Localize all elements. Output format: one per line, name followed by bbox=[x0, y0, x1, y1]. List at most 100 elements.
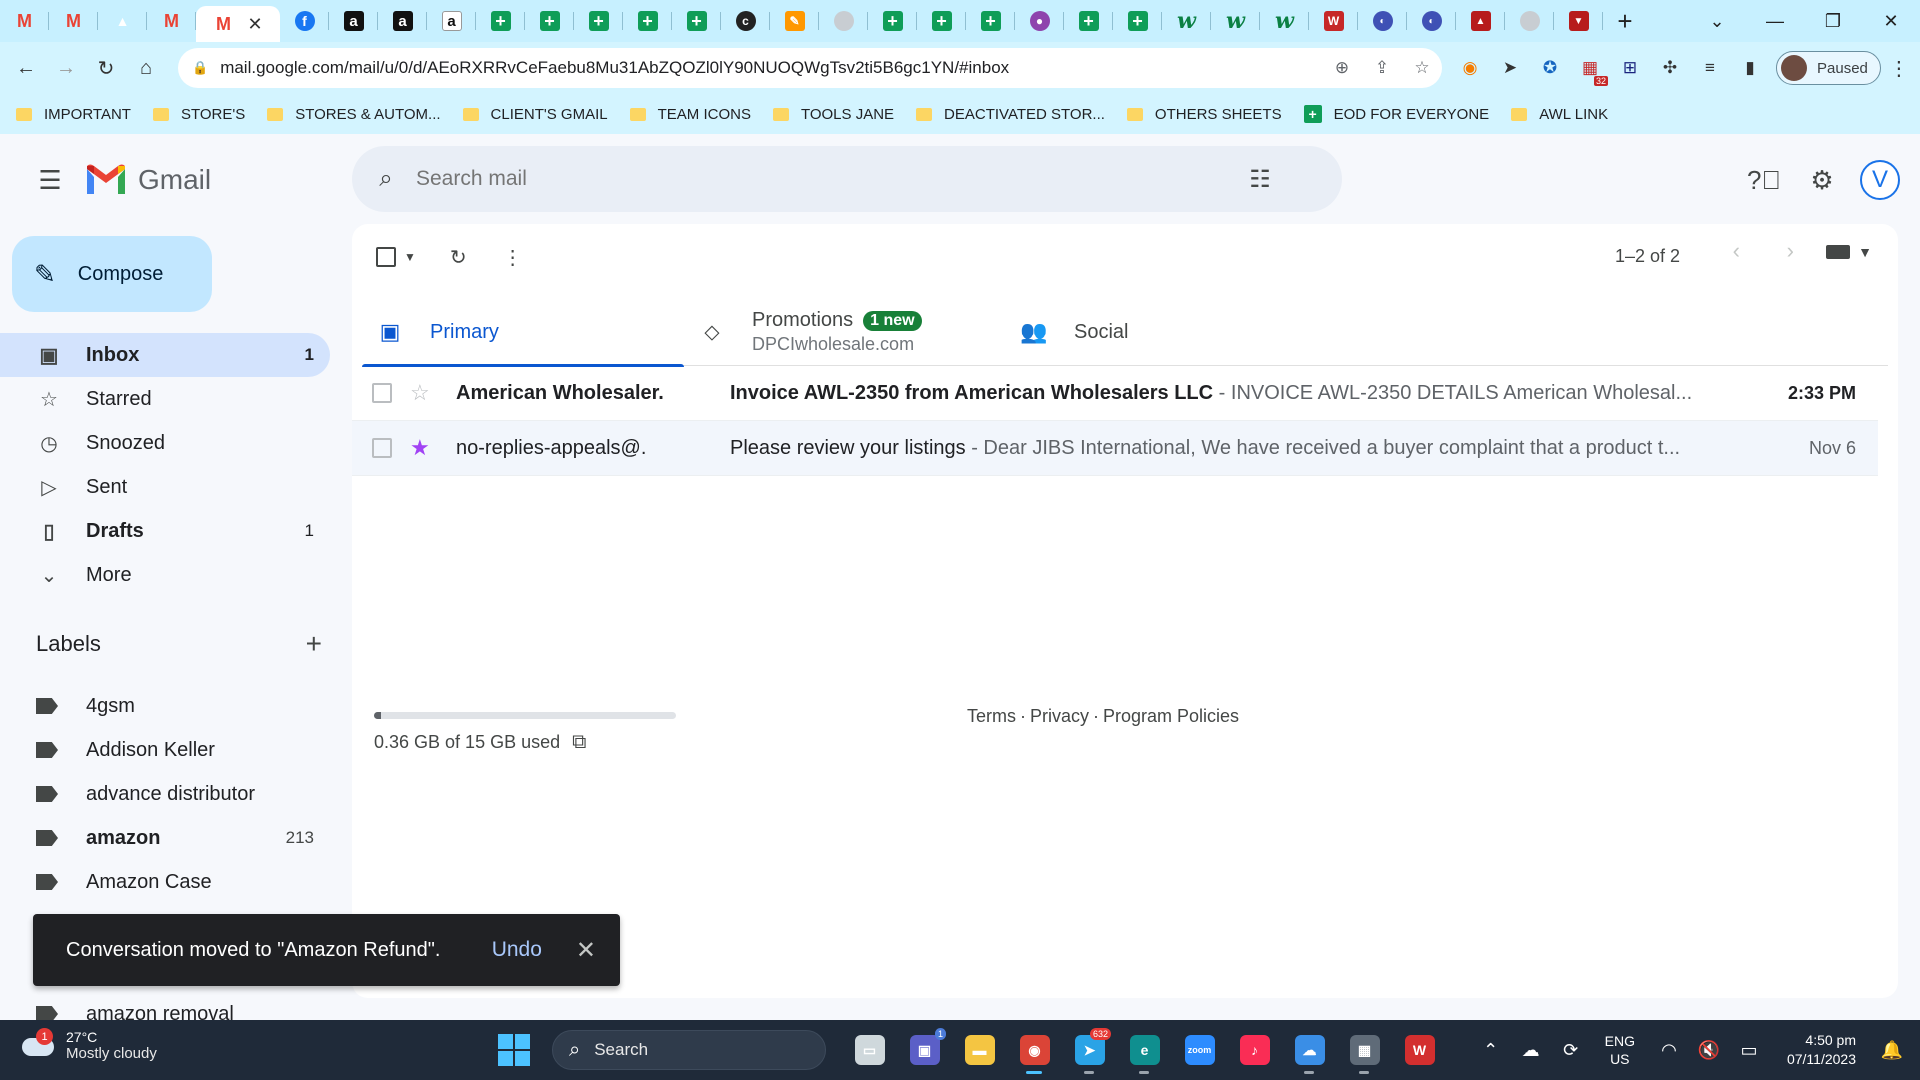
search-options-icon[interactable]: ☷ bbox=[1236, 165, 1284, 194]
undo-button[interactable]: Undo bbox=[492, 938, 542, 962]
browser-tab[interactable]: M bbox=[0, 0, 49, 42]
open-in-new-icon[interactable]: ⧉ bbox=[572, 731, 586, 754]
browser-tab[interactable]: f bbox=[280, 0, 329, 42]
email-row[interactable]: ☆ American Wholesaler. Invoice AWL-2350 fr… bbox=[352, 366, 1878, 421]
browser-tab[interactable]: w bbox=[1260, 0, 1309, 42]
browser-tab[interactable]: w bbox=[1162, 0, 1211, 42]
sidebar-item-snoozed[interactable]: ◷ Snoozed bbox=[0, 421, 330, 465]
browser-tab[interactable]: ● bbox=[1015, 0, 1064, 42]
label-item[interactable]: advance distributor bbox=[0, 772, 330, 816]
browser-tab[interactable]: + bbox=[1113, 0, 1162, 42]
search-input[interactable] bbox=[416, 167, 1236, 191]
label-item[interactable]: 4gsm bbox=[0, 684, 330, 728]
bookmark-item[interactable]: DEACTIVATED STOR... bbox=[916, 106, 1105, 123]
battery-icon[interactable]: ▭ bbox=[1729, 1040, 1769, 1061]
maximize-icon[interactable]: ❐ bbox=[1804, 0, 1862, 42]
url-text[interactable]: mail.google.com/mail/u/0/d/AEoRXRRvCeFae… bbox=[220, 58, 1322, 78]
close-icon[interactable]: ✕ bbox=[576, 936, 596, 965]
side-panel-icon[interactable]: ▮ bbox=[1730, 48, 1770, 88]
browser-tab[interactable]: c bbox=[721, 0, 770, 42]
extension-cursor-icon[interactable]: ➤ bbox=[1490, 48, 1530, 88]
calculator-app[interactable]: ▦ bbox=[1337, 1028, 1392, 1074]
privacy-link[interactable]: Privacy bbox=[1030, 706, 1089, 727]
gmail-logo[interactable]: Gmail bbox=[84, 163, 211, 197]
browser-tab[interactable]: + bbox=[1064, 0, 1113, 42]
help-icon[interactable]: ?⃝ bbox=[1740, 156, 1788, 204]
select-dropdown-icon[interactable]: ▼ bbox=[404, 237, 416, 277]
profile-button[interactable]: Paused bbox=[1776, 51, 1881, 85]
browser-tab[interactable] bbox=[819, 0, 868, 42]
close-window-icon[interactable]: ✕ bbox=[1862, 0, 1920, 42]
account-avatar[interactable]: V bbox=[1860, 160, 1900, 200]
taskbar-search[interactable]: ⌕ Search bbox=[552, 1030, 826, 1070]
chevron-up-icon[interactable]: ⌃ bbox=[1471, 1040, 1511, 1061]
windows-start-icon[interactable] bbox=[498, 1034, 530, 1066]
extension-calendar-icon[interactable]: ▦ 32 bbox=[1570, 48, 1610, 88]
email-checkbox[interactable] bbox=[372, 383, 392, 403]
back-button[interactable]: ← bbox=[6, 48, 46, 88]
browser-tab[interactable]: ▼ bbox=[1554, 0, 1603, 42]
task-view-app[interactable]: ▭ bbox=[842, 1028, 897, 1072]
zoom-app[interactable]: zoom bbox=[1172, 1028, 1227, 1072]
browser-tab[interactable]: M bbox=[147, 0, 196, 42]
browser-tab[interactable]: + bbox=[966, 0, 1015, 42]
sidebar-item-drafts[interactable]: ▯ Drafts 1 bbox=[0, 509, 330, 553]
share-icon[interactable]: ⇪ bbox=[1362, 58, 1402, 78]
browser-tab[interactable]: + bbox=[672, 0, 721, 42]
browser-tab[interactable]: + bbox=[525, 0, 574, 42]
onedrive-tray-icon[interactable]: ☁ bbox=[1511, 1040, 1551, 1061]
extension-blue-icon[interactable]: ✪ bbox=[1530, 48, 1570, 88]
tab-primary[interactable]: ▣ Primary bbox=[362, 298, 684, 367]
zoom-icon[interactable]: ⊕ bbox=[1322, 58, 1362, 78]
bookmark-star-icon[interactable]: ☆ bbox=[1402, 58, 1442, 78]
edge-app[interactable]: e bbox=[1117, 1028, 1172, 1074]
sidebar-item-starred[interactable]: ☆ Starred bbox=[0, 377, 330, 421]
minimize-icon[interactable]: — bbox=[1746, 0, 1804, 42]
bookmark-item[interactable]: OTHERS SHEETS bbox=[1126, 106, 1282, 123]
refresh-icon[interactable]: ↻ bbox=[450, 237, 467, 277]
browser-tab[interactable]: ✎ bbox=[770, 0, 819, 42]
browser-tab[interactable]: + bbox=[868, 0, 917, 42]
gear-icon[interactable]: ⚙ bbox=[1798, 156, 1846, 204]
browser-tab[interactable]: ◐ bbox=[1407, 0, 1456, 42]
wifi-icon[interactable]: ◠ bbox=[1649, 1040, 1689, 1061]
input-tools-icon[interactable]: ▼ bbox=[1826, 244, 1872, 260]
add-label-icon[interactable]: + bbox=[306, 628, 322, 660]
more-vert-icon[interactable]: ⋮ bbox=[503, 237, 523, 277]
browser-tab[interactable]: + bbox=[574, 0, 623, 42]
notification-bell-icon[interactable]: 🔔 bbox=[1872, 1040, 1912, 1061]
browser-tab[interactable] bbox=[1505, 0, 1554, 42]
clock[interactable]: 4:50 pm 07/11/2023 bbox=[1787, 1031, 1856, 1069]
file-explorer-app[interactable]: ▬ bbox=[952, 1028, 1007, 1072]
sidebar-item-inbox[interactable]: ▣ Inbox 1 bbox=[0, 333, 330, 377]
tab-promotions[interactable]: ⬦ Promotions 1 new DPCIwholesale.com bbox=[684, 298, 1006, 366]
search-icon[interactable]: ⌕ bbox=[368, 165, 404, 193]
browser-tab[interactable]: + bbox=[917, 0, 966, 42]
bookmark-item[interactable]: CLIENT'S GMAIL bbox=[462, 106, 608, 123]
input-language[interactable]: ENG US bbox=[1605, 1032, 1635, 1068]
telegram-app[interactable]: ➤ 632 bbox=[1062, 1028, 1117, 1074]
new-tab-button[interactable]: + bbox=[1603, 0, 1647, 42]
bookmark-item[interactable]: STORES & AUTOM... bbox=[267, 106, 441, 123]
sync-icon[interactable]: ⟳ bbox=[1551, 1040, 1591, 1061]
home-button[interactable]: ⌂ bbox=[126, 48, 166, 88]
browser-tab[interactable]: ◐ bbox=[1358, 0, 1407, 42]
browser-tab[interactable]: M bbox=[49, 0, 98, 42]
onedrive-app[interactable]: ☁ bbox=[1282, 1028, 1337, 1074]
puzzle-icon[interactable]: ✣ bbox=[1650, 48, 1690, 88]
browser-tab[interactable]: a bbox=[427, 0, 476, 42]
browser-tab[interactable]: a bbox=[329, 0, 378, 42]
bookmark-item[interactable]: TOOLS JANE bbox=[772, 106, 894, 123]
bookmark-item[interactable]: AWL LINK bbox=[1511, 106, 1608, 123]
forward-button[interactable]: → bbox=[46, 48, 86, 88]
close-icon[interactable]: ✕ bbox=[247, 14, 262, 35]
bookmark-item[interactable]: + EOD FOR EVERYONE bbox=[1303, 105, 1489, 123]
browser-tab[interactable]: + bbox=[476, 0, 525, 42]
browser-tab[interactable]: ▲ bbox=[98, 0, 147, 42]
reading-list-icon[interactable]: ≡ bbox=[1690, 48, 1730, 88]
music-app[interactable]: ♪ bbox=[1227, 1028, 1282, 1072]
select-all-checkbox[interactable] bbox=[376, 237, 396, 277]
star-icon[interactable]: ☆ bbox=[410, 380, 438, 406]
email-checkbox[interactable] bbox=[372, 438, 392, 458]
tab-search-icon[interactable]: ⌄ bbox=[1688, 0, 1746, 42]
